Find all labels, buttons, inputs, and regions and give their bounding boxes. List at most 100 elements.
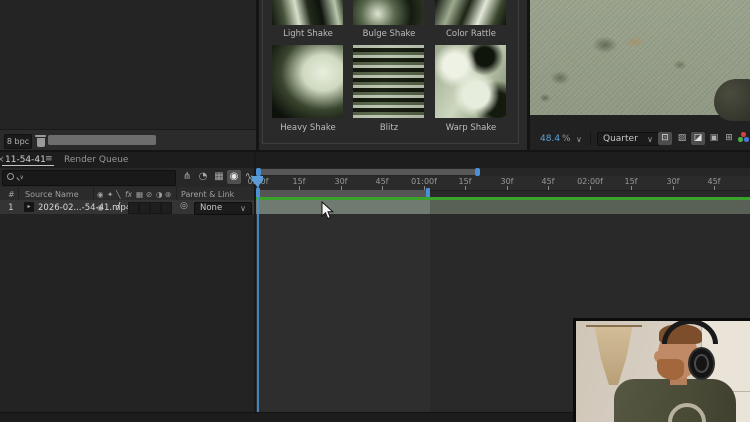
magnification-value[interactable]: 48.4 [540,134,560,144]
preview-bottom-bar: 48.4 % ∨ Quarter ∨ ⊡ ▨ ◪ ▣ ⊞ [530,115,750,150]
timeline-toolbar: ∨ ⋔ ◔ ▦ ◉ ∿ [0,168,254,187]
ruler-label: 15f [625,177,638,186]
ruler-label: 45f [376,177,389,186]
ruler-label: 15f [293,177,306,186]
grid-options-icon[interactable]: ⊡ [658,132,672,145]
preset-thumbnail-color-rattle[interactable] [435,0,506,25]
magnification-chevron-icon[interactable]: ∨ [576,135,582,144]
preset-label[interactable]: Light Shake [263,29,353,39]
project-panel-bottom-bar: 8 bpc [0,129,256,151]
layer-shy-icon[interactable]: ◉ [97,203,104,212]
preset-thumbnail-heavy-shake[interactable] [272,45,343,118]
mask-visibility-icon[interactable]: ▣ [707,132,721,145]
adjustment-switch-icon[interactable]: ◑ [156,190,163,199]
preset-label[interactable]: Color Rattle [426,29,516,39]
shy-switch-icon[interactable]: ◉ [97,190,104,199]
layer-switch-cell[interactable] [128,202,139,214]
layer-duration-band[interactable] [256,200,430,214]
person-beard [657,359,684,380]
preset-thumbnail-bulge-shake[interactable] [353,0,424,25]
column-index[interactable]: # [8,190,15,199]
draft-3d-icon[interactable]: ◔ [196,170,210,184]
mini-flowchart-icon[interactable]: ⋔ [180,170,194,184]
tab-menu-icon[interactable]: ≡ [45,155,53,164]
preset-label[interactable]: Warp Shake [426,123,516,133]
panel-divider[interactable] [256,0,259,150]
time-navigator-bar[interactable] [256,169,480,175]
tab-close-icon[interactable]: × [0,155,5,165]
region-of-interest-icon[interactable]: ◪ [691,132,705,145]
preset-label[interactable]: Blitz [344,123,434,133]
active-tab-underline [2,165,54,166]
search-input[interactable] [27,172,167,184]
layer-quality-switch[interactable]: / [117,201,120,212]
fx-switch-icon[interactable]: fx [125,190,132,199]
after-effects-window: 8 bpc Light Shake Bulge Shake Color Ratt… [0,0,750,422]
timeline-tab-bar: × 11-54-41 ≡ Render Queue [0,152,750,168]
project-scrollbar[interactable] [48,135,156,145]
motion-blur-icon[interactable]: ◉ [227,170,241,184]
color-wheel-icon[interactable] [738,132,750,145]
timeline-track-area[interactable] [256,214,430,412]
layer-row[interactable]: 1 ▸ 2026-02...-54-41.mp4 ◉ / ◎ None ∨ [0,200,254,214]
preset-label[interactable]: Heavy Shake [263,123,353,133]
timeline-column-header: # Source Name ◉ ✦ ╲ fx ▦ ⊘ ◑ ⊛ Parent & … [0,187,254,201]
ruler-label: 45f [708,177,721,186]
resolution-value: Quarter [603,134,638,144]
column-parent-link[interactable]: Parent & Link [181,190,234,199]
layer-duration-band-dim[interactable] [430,200,750,214]
parent-link-dropdown[interactable]: None ∨ [194,202,252,215]
time-navigator-track[interactable] [256,168,750,176]
3d-switch-icon[interactable]: ⊛ [165,190,171,199]
frame-blending-icon[interactable]: ▦ [212,170,226,184]
layer-index: 1 [8,203,14,213]
resolution-dropdown[interactable]: Quarter ∨ [597,132,659,146]
composition-preview-panel: 48.4 % ∨ Quarter ∨ ⊡ ▨ ◪ ▣ ⊞ [530,0,750,150]
time-ruler[interactable]: 0:00f 15f 30f 45f 01:00f 15f 30f 45f 02:… [256,176,750,191]
frame-blend-switch-icon[interactable]: ▦ [136,190,143,199]
preset-label[interactable]: Bulge Shake [344,29,434,39]
tab-render-queue[interactable]: Render Queue [64,155,128,165]
navigator-end-handle[interactable] [475,168,480,176]
chevron-down-icon: ∨ [647,135,653,144]
preset-thumbnail-blitz[interactable] [353,45,424,118]
preset-thumbnail-warp-shake[interactable] [435,45,506,118]
macrame-wall-hanging [591,327,636,385]
layer-switch-cell[interactable] [161,202,172,214]
ruler-label: 01:00f [411,177,437,186]
parent-link-value: None [200,203,222,213]
preset-thumbnail-light-shake[interactable] [272,0,343,25]
bit-depth-button[interactable]: 8 bpc [4,134,32,149]
ruler-label: 30f [335,177,348,186]
search-box[interactable]: ∨ [2,170,176,186]
effects-presets-panel: Light Shake Bulge Shake Color Rattle Hea… [259,0,527,150]
timeline-left-area: ∨ ⋔ ◔ ▦ ◉ ∿ # Source Name ◉ ✦ ╲ fx ▦ ⊘ ◑… [0,168,254,412]
headphones-earcup-ring [694,354,709,373]
ruler-label: 30f [501,177,514,186]
separator [590,132,591,145]
ruler-label: 02:00f [577,177,603,186]
trash-icon[interactable] [35,134,46,147]
transparency-grid-icon[interactable]: ▨ [675,132,689,145]
exposure-icon[interactable]: ⊞ [722,132,736,145]
panel-divider[interactable] [527,0,530,150]
macrame-stick [586,325,642,327]
video-preview [530,0,750,115]
mouse-cursor [321,201,334,220]
playhead-line[interactable] [257,176,259,412]
motion-blur-switch-icon[interactable]: ⊘ [146,190,152,199]
quality-switch-icon[interactable]: ╲ [116,190,121,199]
project-panel: 8 bpc [0,0,256,150]
layer-switch-cell[interactable] [150,202,161,214]
search-icon [7,173,18,183]
layer-switch-cell[interactable] [139,202,150,214]
navigator-start-handle[interactable] [256,168,261,176]
ruler-label: 15f [459,177,472,186]
collapse-switch-icon[interactable]: ✦ [107,190,113,199]
pickwhip-icon[interactable]: ◎ [180,202,188,211]
magnification-unit: % [562,134,571,144]
ruler-label: 30f [667,177,680,186]
tab-composition[interactable]: 11-54-41 [5,155,46,165]
column-source-name[interactable]: Source Name [25,190,79,199]
search-chevron-icon: ∨ [20,175,24,181]
